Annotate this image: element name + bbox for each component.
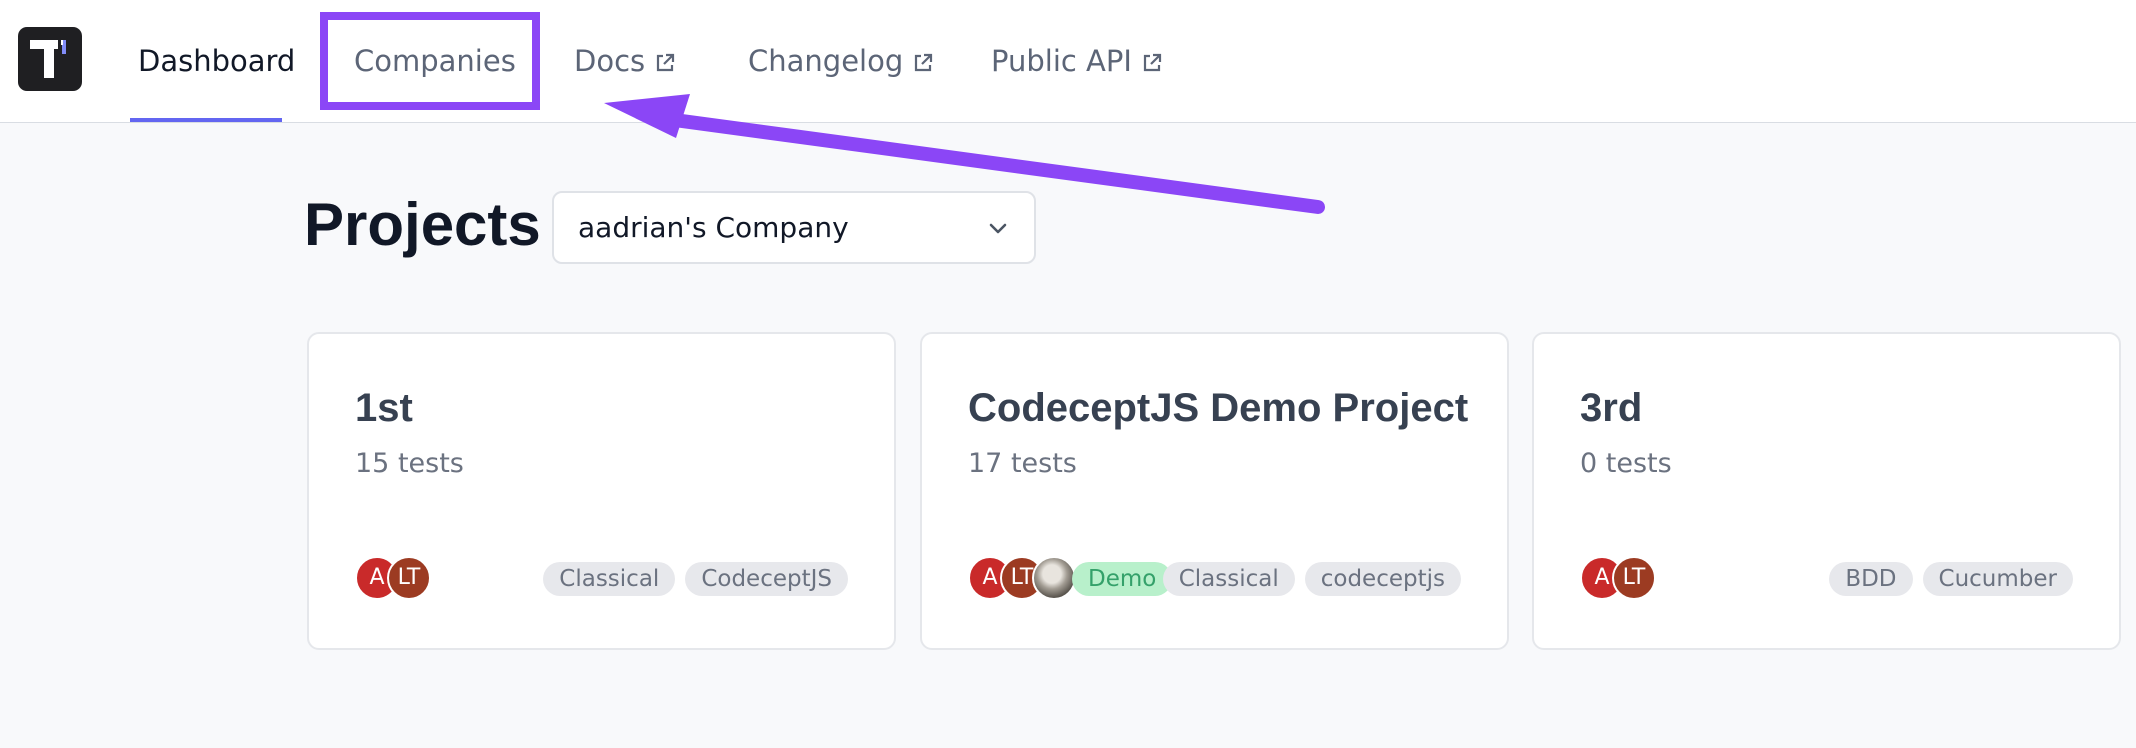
project-test-count: 0 tests	[1580, 448, 1672, 479]
tag: codeceptjs	[1304, 562, 1461, 596]
project-title[interactable]: CodeceptJS Demo Project	[968, 386, 1468, 431]
project-title[interactable]: 1st	[355, 386, 413, 431]
page-title: Projects	[304, 191, 541, 258]
project-card[interactable]: 1st 15 tests A LT Classical CodeceptJS	[307, 332, 896, 650]
avatar: LT	[1612, 556, 1656, 600]
avatar: LT	[387, 556, 431, 600]
company-select[interactable]: aadrian's Company	[552, 191, 1036, 264]
project-title[interactable]: 3rd	[1580, 386, 1642, 431]
project-test-count: 15 tests	[355, 448, 464, 479]
project-tags: Classical CodeceptJS	[543, 562, 848, 596]
project-tags: Classical codeceptjs	[1162, 562, 1461, 596]
project-card[interactable]: 3rd 0 tests A LT BDD Cucumber	[1532, 332, 2121, 650]
tag: Cucumber	[1922, 562, 2073, 596]
chevron-down-icon	[986, 216, 1010, 240]
avatar-photo	[1032, 556, 1076, 600]
demo-badge: Demo	[1072, 562, 1173, 596]
project-test-count: 17 tests	[968, 448, 1077, 479]
project-card[interactable]: CodeceptJS Demo Project 17 tests A LT De…	[920, 332, 1509, 650]
company-select-value: aadrian's Company	[578, 211, 849, 244]
tag: CodeceptJS	[685, 562, 848, 596]
project-tags: BDD Cucumber	[1829, 562, 2073, 596]
tag: Classical	[1162, 562, 1295, 596]
tag: Classical	[543, 562, 676, 596]
tag: BDD	[1829, 562, 1913, 596]
